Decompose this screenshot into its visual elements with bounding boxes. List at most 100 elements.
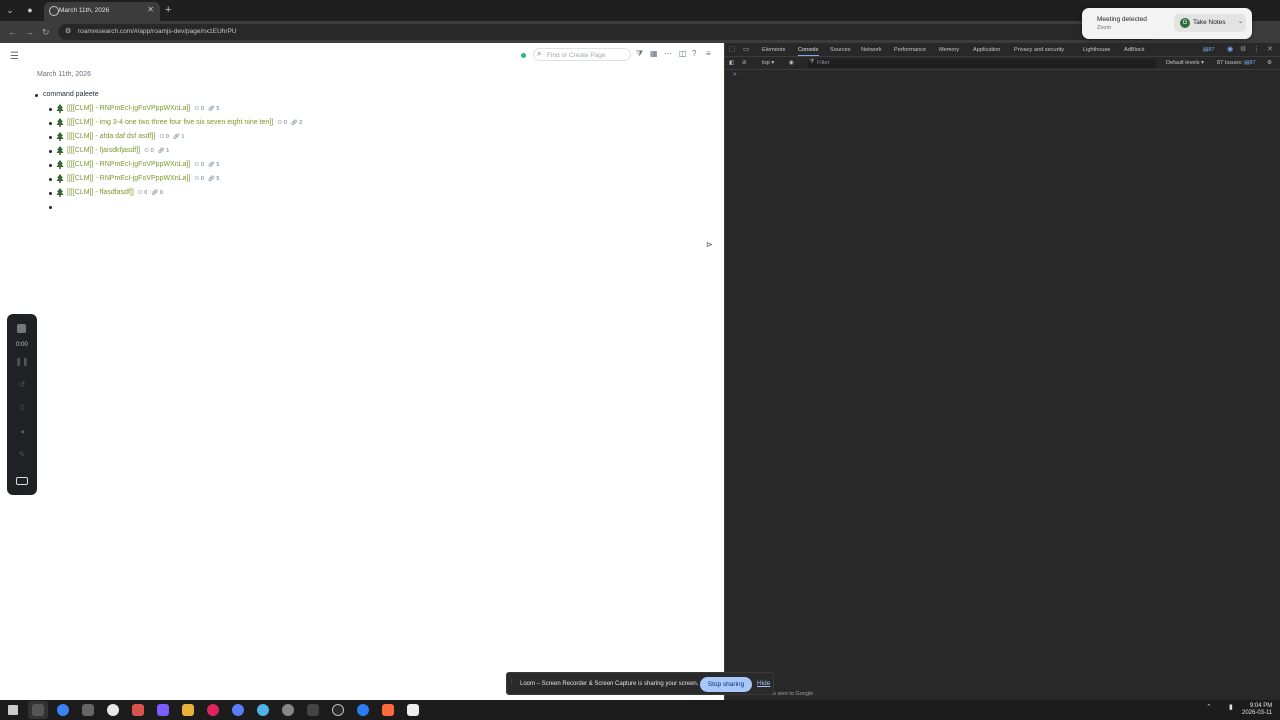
camera-icon[interactable] <box>16 477 28 485</box>
issues-counter[interactable]: 87 Issues: ▤87 <box>1217 60 1256 66</box>
live-expression-eye-icon[interactable]: ◉ <box>789 60 794 66</box>
app-icon-5[interactable] <box>132 704 144 716</box>
mute-icon[interactable]: ◂ <box>7 427 37 437</box>
log-levels-dropdown[interactable]: Default levels ▾ <box>1166 60 1204 66</box>
page-reference-link[interactable]: [[[[CLM]] - RNPmEcI-jgFoVPppWXnLa]] <box>67 161 190 168</box>
block-content[interactable]: [[[[CLM]] - afda daf dsf asdf]] ⚇ 0 🔗︎ 1 <box>67 132 184 142</box>
stop-recording-button[interactable] <box>17 324 26 333</box>
url-text[interactable]: roamresearch.com/#/app/roamjs-dev/page/n… <box>78 28 237 35</box>
page-reference-link[interactable]: [[[[CLM]] - RNPmEcI-jgFoVPppWXnLa]] <box>67 105 190 112</box>
sidebar-toggle-icon[interactable]: ◧ <box>729 60 734 66</box>
console-prompt[interactable]: > <box>733 72 737 78</box>
block-content[interactable]: [[[[CLM]] - RNPmEcI-jgFoVPppWXnLa]] ⚇ 0 🔗︎… <box>67 160 219 170</box>
app-icon-4[interactable] <box>107 704 119 716</box>
app-icon-13[interactable] <box>332 704 344 716</box>
stop-sharing-button[interactable]: Stop sharing <box>700 677 752 692</box>
new-tab-button[interactable]: + <box>165 4 171 16</box>
site-info-icon[interactable]: ⚙ <box>65 27 71 35</box>
app-icon-16[interactable] <box>407 704 419 716</box>
devtools-tab-network[interactable]: Network <box>861 47 882 53</box>
all-pages-icon[interactable]: ≡ <box>706 49 711 59</box>
block-bullet[interactable] <box>49 108 52 111</box>
devtools-tab-application[interactable]: Application <box>973 47 1000 53</box>
app-icon-9[interactable] <box>232 704 244 716</box>
restart-icon[interactable]: ↺ <box>7 380 37 390</box>
drag-handle-icon[interactable]: ⁞ <box>511 680 513 686</box>
block-bullet[interactable] <box>49 150 52 153</box>
draw-icon[interactable]: ✎ <box>7 450 37 460</box>
sidebar-toggle-icon[interactable]: ☰ <box>10 51 19 62</box>
calendar-icon[interactable]: ▦ <box>650 49 658 59</box>
app-icon-8[interactable] <box>207 704 219 716</box>
console-filter-input[interactable]: ⧩ Filter <box>807 59 1157 68</box>
page-reference-link[interactable]: [[[[CLM]] - afda daf dsf asdf]] <box>67 133 155 140</box>
app-icon-6[interactable] <box>157 704 169 716</box>
forward-button[interactable]: → <box>25 26 34 38</box>
console-settings-icon[interactable]: ⚙ <box>1267 60 1272 66</box>
devtools-tab-sources[interactable]: Sources <box>830 47 851 53</box>
devtools-tab-memory[interactable]: Memory <box>939 47 959 53</box>
page-reference-link[interactable]: [[[[CLM]] - ffasdfasdf]] <box>67 189 134 196</box>
pause-icon[interactable]: ❚❚ <box>7 357 37 367</box>
sync-icon[interactable]: ◉ <box>1227 46 1233 54</box>
inspect-element-icon[interactable]: ⬚ <box>729 46 736 54</box>
block-content[interactable]: [[[[CLM]] - img 3-4 one two three four f… <box>67 118 302 128</box>
omnibox[interactable]: ⚙ roamresearch.com/#/app/roamjs-dev/page… <box>58 24 1158 40</box>
tab-close-icon[interactable]: ✕ <box>147 5 154 14</box>
devtools-message-badge[interactable]: ▤87 <box>1203 47 1215 53</box>
page-title[interactable]: March 11th, 2026 <box>37 71 91 78</box>
block-content[interactable]: [[[[CLM]] - ffasdfasdf]] ⚇ 0 🔗︎ 0 <box>67 188 163 198</box>
kebab-menu-icon[interactable]: ⋮ <box>1253 46 1260 54</box>
block-bullet[interactable] <box>49 122 52 125</box>
block-bullet[interactable] <box>49 192 52 195</box>
block-content[interactable]: [[[[CLM]] - RNPmEcI-jgFoVPppWXnLa]] ⚇ 0 🔗︎… <box>67 174 219 184</box>
block-bullet[interactable] <box>49 178 52 181</box>
start-menu-icon[interactable] <box>8 705 18 715</box>
terminal-app-icon[interactable] <box>32 704 44 716</box>
block-bullet[interactable] <box>49 136 52 139</box>
page-reference-link[interactable]: [[[[CLM]] - img 3-4 one two three four f… <box>67 119 273 126</box>
app-icon-11[interactable] <box>282 704 294 716</box>
reload-button[interactable]: ↻ <box>42 26 50 38</box>
close-devtools-icon[interactable]: ✕ <box>1267 46 1273 54</box>
app-icon-10[interactable] <box>257 704 269 716</box>
devtools-tab-lighthouse[interactable]: Lighthouse <box>1083 47 1110 53</box>
delete-icon[interactable]: ▯ <box>7 402 37 412</box>
block-content[interactable]: [[[[CLM]] - RNPmEcI-jgFoVPppWXnLa]] ⚇ 0 🔗︎… <box>67 104 219 114</box>
take-notes-button[interactable]: G Take Notes ⌄ <box>1174 14 1246 32</box>
file-explorer-icon[interactable] <box>182 704 194 716</box>
devtools-tab-console[interactable]: Console <box>798 47 819 56</box>
block-content[interactable]: [[[[CLM]] - fjaisdkfjasdf]] ⚇ 0 🔗︎ 1 <box>67 146 169 156</box>
settings-gear-icon[interactable]: ⚙ <box>1240 46 1246 54</box>
pinned-tab-icon[interactable]: ● <box>24 4 36 16</box>
app-icon-15[interactable] <box>382 704 394 716</box>
network-icon[interactable]: ▮ <box>1229 703 1233 711</box>
help-icon[interactable]: ? <box>692 49 696 59</box>
page-reference-link[interactable]: [[[[CLM]] - fjaisdkfjasdf]] <box>67 147 140 154</box>
context-select[interactable]: top ▾ <box>762 60 774 66</box>
system-clock[interactable]: 9:04 PM 2026-03-11 <box>1242 703 1272 717</box>
page-reference-link[interactable]: [[[[CLM]] - RNPmEcI-jgFoVPppWXnLa]] <box>67 175 190 182</box>
filter-icon[interactable]: ⧩ <box>636 49 643 59</box>
block-bullet[interactable] <box>49 206 52 209</box>
block-bullet[interactable] <box>35 94 38 97</box>
tab-search-chevron-icon[interactable]: ⌄ <box>4 4 16 16</box>
app-icon-12[interactable] <box>307 704 319 716</box>
tray-chevron-icon[interactable]: ⌃ <box>1206 703 1212 711</box>
device-toolbar-icon[interactable]: ▭ <box>743 46 750 54</box>
right-sidebar-icon[interactable]: ◫ <box>679 49 687 59</box>
block-text[interactable]: command paleete <box>43 90 99 100</box>
devtools-tab-adblock[interactable]: AdBlock <box>1124 47 1145 53</box>
app-icon-3[interactable] <box>82 704 94 716</box>
more-options-icon[interactable]: ⋯ <box>664 49 672 59</box>
hide-banner-link[interactable]: Hide <box>757 680 770 687</box>
devtools-tab-performance[interactable]: Performance <box>894 47 926 53</box>
chevron-down-icon[interactable]: ⌄ <box>1238 18 1243 25</box>
chrome-app-icon[interactable] <box>57 704 69 716</box>
find-or-create-search[interactable]: ⌕ <box>533 48 631 61</box>
app-icon-14[interactable] <box>357 704 369 716</box>
devtools-tab-elements[interactable]: Elements <box>762 47 785 53</box>
clear-console-icon[interactable]: ⊘ <box>742 60 747 66</box>
browser-tab-active[interactable]: March 11th, 2026 ✕ <box>44 2 160 21</box>
block-bullet[interactable] <box>49 164 52 167</box>
